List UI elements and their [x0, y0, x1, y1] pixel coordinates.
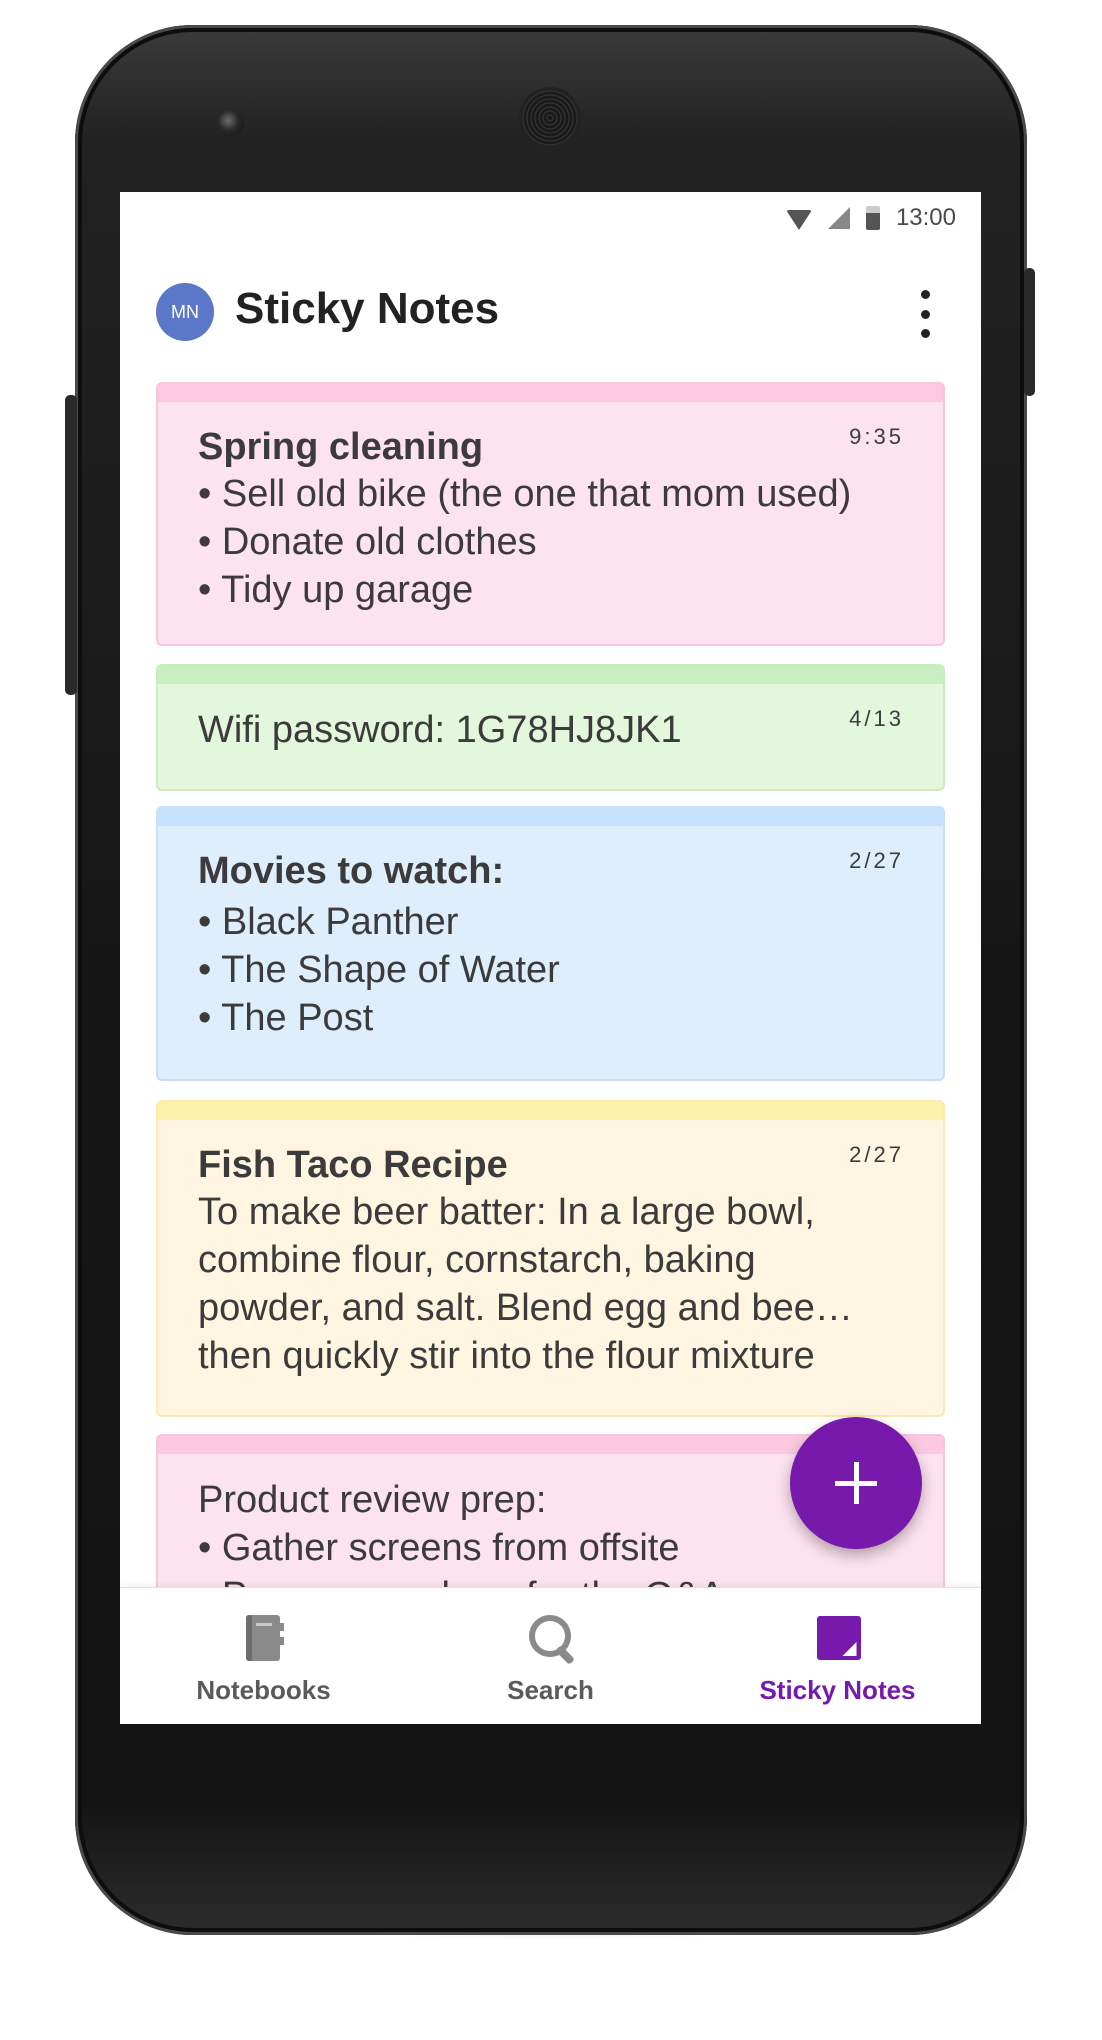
page-title: Sticky Notes [235, 284, 500, 333]
add-note-button[interactable] [790, 1417, 922, 1549]
note-line: • Black Panther [198, 901, 459, 943]
menu-dot [920, 329, 930, 338]
note-date: 2/27 [849, 1142, 904, 1167]
note-line: • Gather screens from offsite [198, 1527, 680, 1569]
menu-dot [920, 290, 930, 299]
note-body: 4/13 Wifi password: 1G78HJ8JK1 [158, 684, 943, 754]
signal-icon [827, 207, 850, 229]
note-line: To make beer batter: In a large bowl, [198, 1191, 815, 1233]
volume-button [65, 395, 77, 695]
avatar[interactable]: MN [156, 283, 214, 341]
note-title: Fish Taco Recipe [198, 1144, 508, 1186]
app-header: MN Sticky Notes [120, 262, 981, 362]
sticky-note[interactable]: 9:35 Spring cleaning • Sell old bike (th… [156, 382, 945, 646]
sticky-note[interactable]: 2/27 Fish Taco Recipe To make beer batte… [156, 1100, 945, 1417]
note-color-bar [158, 384, 943, 402]
note-title: Spring cleaning [198, 426, 484, 468]
sticky-note[interactable]: 4/13 Wifi password: 1G78HJ8JK1 [156, 664, 945, 791]
note-date: 4/13 [849, 706, 904, 731]
status-time: 13:00 [895, 204, 956, 231]
battery-icon [865, 206, 880, 230]
sticky-notes-icon [814, 1613, 862, 1665]
note-body: 2/27 Fish Taco Recipe To make beer batte… [158, 1120, 943, 1380]
front-camera [218, 110, 244, 136]
nav-label-sticky-notes: Sticky Notes [759, 1675, 916, 1705]
note-line: powder, and salt. Blend egg and bee… [198, 1287, 853, 1329]
search-icon [527, 1613, 575, 1665]
note-line: • Sell old bike (the one that mom used) [198, 473, 852, 515]
earpiece-speaker [522, 90, 578, 146]
note-line: • Donate old clothes [198, 521, 537, 563]
note-color-bar [158, 808, 943, 826]
note-body: 9:35 Spring cleaning • Sell old bike (th… [158, 402, 943, 614]
more-vertical-icon[interactable] [915, 290, 935, 338]
power-button [1024, 268, 1035, 396]
note-line: combine flour, cornstarch, baking [198, 1239, 756, 1281]
nav-item-search[interactable]: Search [407, 1588, 694, 1724]
note-color-bar [158, 1102, 943, 1120]
note-line: then quickly stir into the flour mixture [198, 1335, 815, 1377]
note-line: • The Shape of Water [198, 949, 560, 991]
status-bar: 13:00 [120, 192, 981, 244]
nav-item-sticky-notes[interactable]: Sticky Notes [694, 1588, 981, 1724]
bottom-navigation: Notebooks Search Sticky Notes [120, 1587, 981, 1724]
nav-label-search: Search [507, 1675, 594, 1705]
note-line: Wifi password: 1G78HJ8JK1 [198, 709, 682, 751]
note-date: 9:35 [849, 424, 904, 449]
note-line: • Tidy up garage [198, 569, 474, 611]
note-body: 2/27 Movies to watch: • Black Panther • … [158, 826, 943, 1042]
nav-label-notebooks: Notebooks [196, 1675, 331, 1705]
note-line: • The Post [198, 997, 374, 1039]
notebooks-icon [240, 1613, 288, 1665]
plus-icon [835, 1462, 877, 1504]
note-date: 2/27 [849, 848, 904, 873]
menu-dot [920, 309, 930, 319]
note-title: Movies to watch: [198, 850, 505, 892]
app-screen: 13:00 MN Sticky Notes 9:35 Spring cleani… [120, 192, 981, 1724]
sticky-note[interactable]: 2/27 Movies to watch: • Black Panther • … [156, 806, 945, 1081]
note-color-bar [158, 666, 943, 684]
nav-item-notebooks[interactable]: Notebooks [120, 1588, 407, 1724]
wifi-icon [785, 210, 812, 230]
